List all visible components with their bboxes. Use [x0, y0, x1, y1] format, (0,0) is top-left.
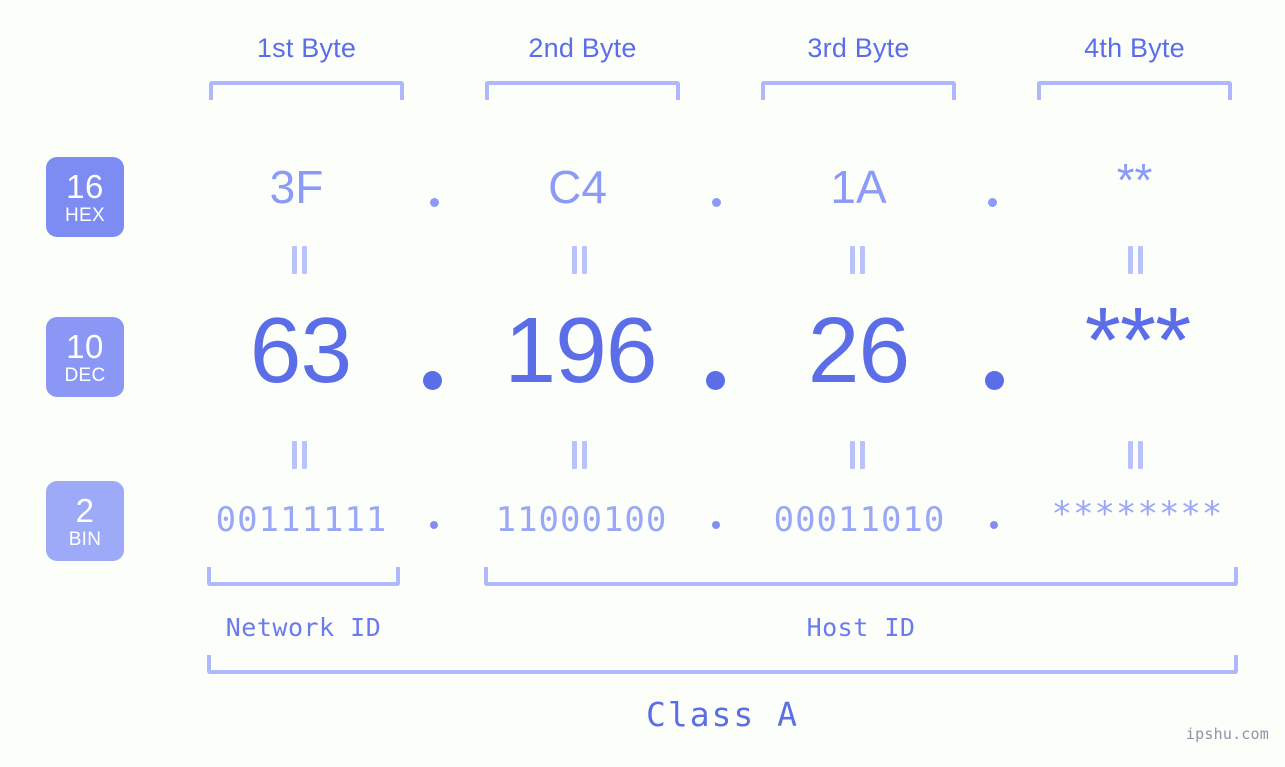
equality-connector-icon-3 — [850, 246, 866, 274]
hex-byte-value-3: 1A — [830, 161, 887, 213]
base-badge-bin: 2 BIN — [46, 481, 124, 561]
binary-byte-value-4: ******** — [1051, 494, 1224, 534]
equality-connector-icon-8 — [1128, 441, 1144, 469]
base-badge-dec: 10 DEC — [46, 317, 124, 397]
decimal-byte-value-1: 63 — [249, 298, 352, 402]
network-id-label: Network ID — [225, 613, 382, 642]
base-badge-bin-name: BIN — [68, 528, 102, 550]
base-badge-hex-number: 16 — [66, 167, 104, 205]
binary-dot-separator-2 — [712, 521, 720, 529]
byte-header-label-4: 4th Byte — [1084, 33, 1185, 63]
class-bracket — [207, 655, 1238, 674]
byte-bracket-3 — [761, 81, 956, 100]
binary-byte-value-1: 00111111 — [215, 500, 388, 540]
byte-header-label-2: 2nd Byte — [528, 33, 637, 63]
watermark: ipshu.com — [1185, 725, 1269, 743]
byte-bracket-1 — [209, 81, 404, 100]
byte-header-label-1: 1st Byte — [256, 33, 357, 63]
equality-connector-icon-5 — [292, 441, 308, 469]
byte-header-label-3: 3rd Byte — [807, 33, 910, 63]
decimal-byte-value-3: 26 — [807, 298, 910, 402]
hex-dot-separator-1 — [430, 198, 439, 207]
binary-byte-value-3: 00011010 — [773, 500, 946, 540]
decimal-dot-separator-1 — [423, 371, 442, 390]
base-badge-hex: 16 HEX — [46, 157, 124, 237]
decimal-dot-separator-3 — [985, 371, 1004, 390]
equality-connector-icon-6 — [572, 441, 588, 469]
decimal-dot-separator-2 — [706, 371, 725, 390]
base-badge-bin-number: 2 — [75, 491, 95, 529]
equality-connector-icon-4 — [1128, 246, 1144, 274]
host-id-bracket — [484, 567, 1238, 586]
equality-connector-icon-7 — [850, 441, 866, 469]
base-badge-hex-name: HEX — [65, 204, 105, 226]
hex-byte-value-1: 3F — [269, 161, 324, 213]
binary-dot-separator-1 — [430, 521, 438, 529]
equality-connector-icon-1 — [292, 246, 308, 274]
binary-byte-value-2: 11000100 — [495, 500, 668, 540]
base-badge-dec-name: DEC — [64, 364, 106, 386]
host-id-label: Host ID — [806, 613, 916, 642]
class-label: Class A — [645, 695, 800, 734]
hex-byte-value-4: ** — [1116, 154, 1153, 206]
hex-byte-value-2: C4 — [548, 161, 607, 213]
base-badge-dec-number: 10 — [66, 327, 104, 365]
network-id-bracket — [207, 567, 400, 586]
equality-connector-icon-2 — [572, 246, 588, 274]
hex-dot-separator-2 — [712, 198, 721, 207]
decimal-byte-value-2: 196 — [504, 298, 657, 402]
hex-dot-separator-3 — [988, 198, 997, 207]
ip-address-breakdown-diagram: 1st Byte 2nd Byte 3rd Byte 4th Byte 16 H… — [0, 0, 1285, 767]
binary-dot-separator-3 — [990, 521, 998, 529]
byte-bracket-4 — [1037, 81, 1232, 100]
decimal-byte-value-4: *** — [1084, 288, 1192, 392]
byte-bracket-2 — [485, 81, 680, 100]
